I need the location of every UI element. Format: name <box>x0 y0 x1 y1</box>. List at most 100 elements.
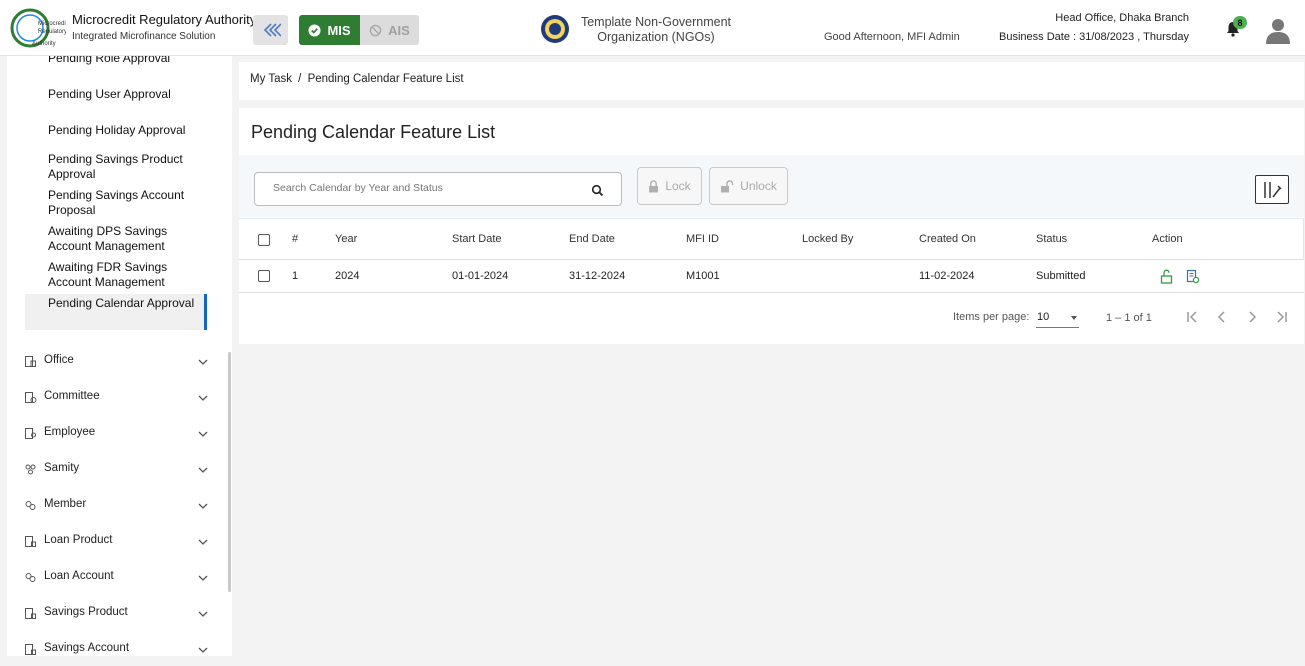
column-settings-button[interactable] <box>1255 175 1289 204</box>
sidebar-scrollbar[interactable] <box>228 352 231 592</box>
row-unlock-icon[interactable] <box>1160 269 1173 284</box>
last-page-icon[interactable] <box>1273 308 1291 326</box>
column-header-status: Status <box>1036 233 1068 245</box>
next-page-icon[interactable] <box>1243 308 1261 326</box>
page-range: 1 – 1 of 1 <box>1106 312 1152 324</box>
menu-label: Savings Product <box>44 606 128 618</box>
menu-label: Loan Product <box>44 534 113 546</box>
collapse-sidebar-button[interactable] <box>253 15 288 45</box>
paginator: Items per page: 10 1 – 1 of 1 <box>239 294 1304 344</box>
dropdown-arrow-icon <box>1071 316 1077 320</box>
table-header: # Year Start Date End Date MFI ID Locked… <box>239 218 1304 260</box>
government-seal-icon <box>541 15 569 43</box>
column-header-number: # <box>292 233 299 245</box>
sidebar-menu-member[interactable]: Member <box>7 496 217 516</box>
chevron-down-icon <box>198 503 208 509</box>
check-circle-icon <box>308 23 321 37</box>
column-header-created-on: Created On <box>919 233 976 245</box>
chevron-down-icon <box>198 431 208 437</box>
chevron-down-icon <box>198 395 208 401</box>
table-row: 1 2024 01-01-2024 31-12-2024 M1001 11-02… <box>239 260 1304 293</box>
lock-label: Lock <box>665 179 691 193</box>
chevron-down-icon <box>198 539 208 545</box>
first-page-icon[interactable] <box>1183 308 1201 326</box>
chevron-down-icon <box>198 611 208 617</box>
unlock-button[interactable]: Unlock <box>709 167 788 205</box>
tenant-organization: Template Non-Government Organization (NG… <box>580 15 732 44</box>
breadcrumb: My Task / Pending Calendar Feature List <box>239 62 1304 100</box>
employee-icon <box>25 428 36 439</box>
chevron-down-icon <box>198 467 208 473</box>
app-header: Microcredit Regulatory Authority Microcr… <box>0 0 1305 56</box>
sidebar-menu-savings-product[interactable]: Savings Product <box>7 604 217 624</box>
notification-count-badge: 8 <box>1233 16 1247 29</box>
chevron-down-icon <box>198 359 208 365</box>
loan-account-icon <box>25 573 36 582</box>
sidebar-menu-savings-account[interactable]: Savings Account <box>7 640 217 656</box>
cell-end-date: 31-12-2024 <box>569 270 626 282</box>
column-header-start-date: Start Date <box>452 233 502 245</box>
column-header-end-date: End Date <box>569 233 615 245</box>
menu-label: Savings Account <box>44 642 130 654</box>
ais-toggle-button[interactable]: AIS <box>360 15 419 45</box>
user-greeting: Good Afternoon, MFI Admin <box>824 31 960 43</box>
sidebar-item-pending-savings-product-approval[interactable]: Pending Savings Product Approval <box>48 152 208 182</box>
cell-status: Submitted <box>1036 270 1086 282</box>
menu-label: Committee <box>44 390 100 402</box>
cell-start-date: 01-01-2024 <box>452 270 509 282</box>
cell-mfi-id: M1001 <box>686 270 720 282</box>
cell-year: 2024 <box>335 270 360 282</box>
logo-text-3: Authority <box>32 41 56 47</box>
sidebar-menu-loan-product[interactable]: Loan Product <box>7 532 217 552</box>
breadcrumb-current: Pending Calendar Feature List <box>307 73 464 85</box>
breadcrumb-separator: / <box>298 73 302 85</box>
logo-text-1: Microcredit <box>38 21 66 27</box>
sidebar-item-awaiting-dps-savings[interactable]: Awaiting DPS Savings Account Management <box>48 224 208 254</box>
office-icon <box>25 356 36 367</box>
sidebar-menu-samity[interactable]: Samity <box>7 460 217 480</box>
block-icon <box>369 24 382 36</box>
row-view-details-icon[interactable] <box>1186 269 1200 284</box>
search-box[interactable] <box>254 172 622 206</box>
menu-label: Samity <box>44 462 80 474</box>
search-icon[interactable] <box>591 184 604 197</box>
sidebar-menu-loan-account[interactable]: Loan Account <box>7 568 217 588</box>
lock-button[interactable]: Lock <box>637 167 702 205</box>
user-avatar-icon[interactable] <box>1264 16 1292 44</box>
sidebar: Pending Role Approval Pending User Appro… <box>7 56 232 656</box>
page-title: Pending Calendar Feature List <box>251 122 496 142</box>
sidebar-item-pending-holiday-approval[interactable]: Pending Holiday Approval <box>48 123 208 138</box>
savings-account-icon <box>25 644 36 655</box>
mis-label: MIS <box>327 22 351 38</box>
column-header-locked-by: Locked By <box>802 233 854 245</box>
row-checkbox[interactable] <box>258 270 270 282</box>
sidebar-item-pending-user-approval[interactable]: Pending User Approval <box>48 87 208 102</box>
branch-name: Head Office, Dhaka Branch <box>1055 12 1189 24</box>
sidebar-menu-employee[interactable]: Employee <box>7 424 217 444</box>
committee-icon <box>25 392 37 403</box>
sidebar-item-awaiting-fdr-savings[interactable]: Awaiting FDR Savings Account Management <box>48 260 208 290</box>
sidebar-menu-office[interactable]: Office <box>7 352 217 372</box>
sidebar-item-pending-savings-account-proposal[interactable]: Pending Savings Account Proposal <box>48 188 208 218</box>
savings-product-icon <box>25 608 36 619</box>
items-per-page-select[interactable]: 10 <box>1036 308 1079 328</box>
search-input[interactable] <box>273 182 573 194</box>
previous-page-icon[interactable] <box>1213 308 1231 326</box>
items-per-page-value: 10 <box>1037 311 1050 323</box>
member-icon <box>25 501 36 510</box>
menu-label: Loan Account <box>44 570 114 582</box>
cell-number: 1 <box>292 270 299 282</box>
menu-label: Member <box>44 498 87 510</box>
mis-toggle-button[interactable]: MIS <box>299 15 360 45</box>
select-all-checkbox[interactable] <box>258 234 270 246</box>
unlock-icon <box>721 179 734 192</box>
breadcrumb-root[interactable]: My Task <box>250 73 292 85</box>
sidebar-menu-committee[interactable]: Committee <box>7 388 217 408</box>
items-per-page-label: Items per page: <box>953 311 1030 323</box>
sidebar-item-pending-role-approval[interactable]: Pending Role Approval <box>48 56 208 66</box>
chevron-down-icon <box>198 647 208 653</box>
main-panel: Pending Calendar Feature List Lock Unloc… <box>239 108 1304 344</box>
ais-label: AIS <box>388 22 410 38</box>
column-header-action: Action <box>1152 233 1183 245</box>
sidebar-item-pending-calendar-approval[interactable]: Pending Calendar Approval <box>48 296 208 311</box>
